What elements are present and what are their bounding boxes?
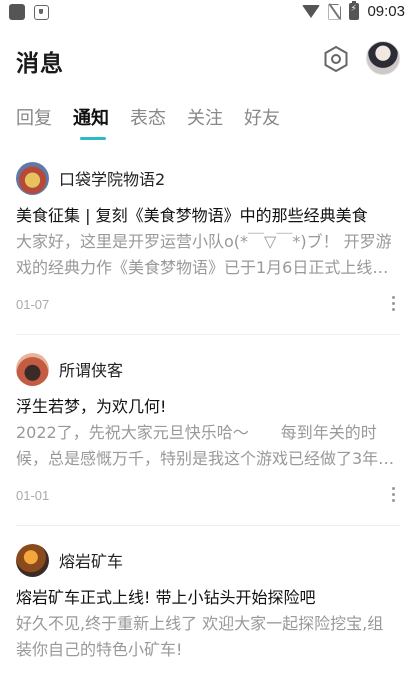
more-options-icon[interactable] — [392, 487, 396, 503]
tab-friends[interactable]: 好友 — [244, 104, 280, 130]
notification-body: 好久不见,终于重新上线了 欢迎大家一起探险挖宝,组 装你自己的特色小矿车! — [16, 611, 400, 663]
notification-title: 美食征集 | 复刻《美食梦物语》中的那些经典美食 — [16, 206, 368, 225]
game-avatar[interactable] — [16, 352, 49, 386]
status-bar: 09:03 — [0, 0, 415, 27]
status-time: 09:03 — [367, 3, 405, 20]
notification-date: 01-01 — [16, 488, 50, 503]
message-tabs: 回复 通知 表态 关注 好友 — [16, 104, 280, 130]
body-line: 装你自己的特色小矿车! — [16, 640, 183, 659]
no-sim-icon — [328, 3, 342, 20]
tab-reactions[interactable]: 表态 — [130, 104, 166, 130]
battery-charging-icon — [349, 1, 360, 20]
wifi-icon — [302, 5, 321, 18]
tab-follows[interactable]: 关注 — [187, 104, 223, 130]
game-avatar[interactable] — [16, 543, 49, 577]
page-title: 消息 — [16, 51, 64, 77]
more-options-icon[interactable] — [392, 296, 396, 312]
body-line: 大家好，这里是开罗运营小队o(*￣▽￣*)ブ！ 开罗游 — [16, 232, 392, 251]
notification-title: 熔岩矿车正式上线! 带上小钻头开始探险吧 — [16, 588, 316, 607]
notification-card[interactable]: 所谓侠客 浮生若梦，为欢几何! 2022了，先祝大家元旦快乐哈～ 每到年关的时 … — [16, 352, 400, 505]
divider — [16, 334, 400, 335]
tab-notifications[interactable]: 通知 — [73, 104, 109, 130]
sender-name[interactable]: 所谓侠客 — [59, 357, 123, 381]
body-line: 好久不见,终于重新上线了 欢迎大家一起探险挖宝,组 — [16, 614, 384, 633]
sender-name[interactable]: 熔岩矿车 — [59, 548, 123, 572]
active-tab-indicator — [80, 137, 106, 140]
settings-hexagon-icon[interactable] — [321, 44, 351, 74]
shield-icon — [34, 4, 49, 20]
body-line: 2022了，先祝大家元旦快乐哈～ 每到年关的时 — [16, 423, 377, 442]
notification-body: 大家好，这里是开罗运营小队o(*￣▽￣*)ブ！ 开罗游 戏的经典力作《美食梦物语… — [16, 229, 400, 281]
notification-card[interactable]: 熔岩矿车 熔岩矿车正式上线! 带上小钻头开始探险吧 好久不见,终于重新上线了 欢… — [16, 543, 400, 663]
body-line: 候，总是感慨万千，特别是我这个游戏已经做了3年… — [16, 449, 395, 468]
game-avatar[interactable] — [16, 161, 49, 195]
app-notification-icon — [9, 4, 25, 20]
body-line: 戏的经典力作《美食梦物语》已于1月6日正式上线… — [16, 258, 389, 277]
sender-name[interactable]: 口袋学院物语2 — [59, 166, 165, 190]
notification-card[interactable]: 口袋学院物语2 美食征集 | 复刻《美食梦物语》中的那些经典美食 大家好，这里是… — [16, 161, 400, 314]
divider — [16, 525, 400, 526]
tab-replies[interactable]: 回复 — [16, 104, 52, 130]
notification-date: 01-07 — [16, 297, 50, 312]
notification-title: 浮生若梦，为欢几何! — [16, 397, 167, 416]
notification-body: 2022了，先祝大家元旦快乐哈～ 每到年关的时 候，总是感慨万千，特别是我这个游… — [16, 420, 400, 472]
user-avatar[interactable] — [366, 41, 400, 75]
